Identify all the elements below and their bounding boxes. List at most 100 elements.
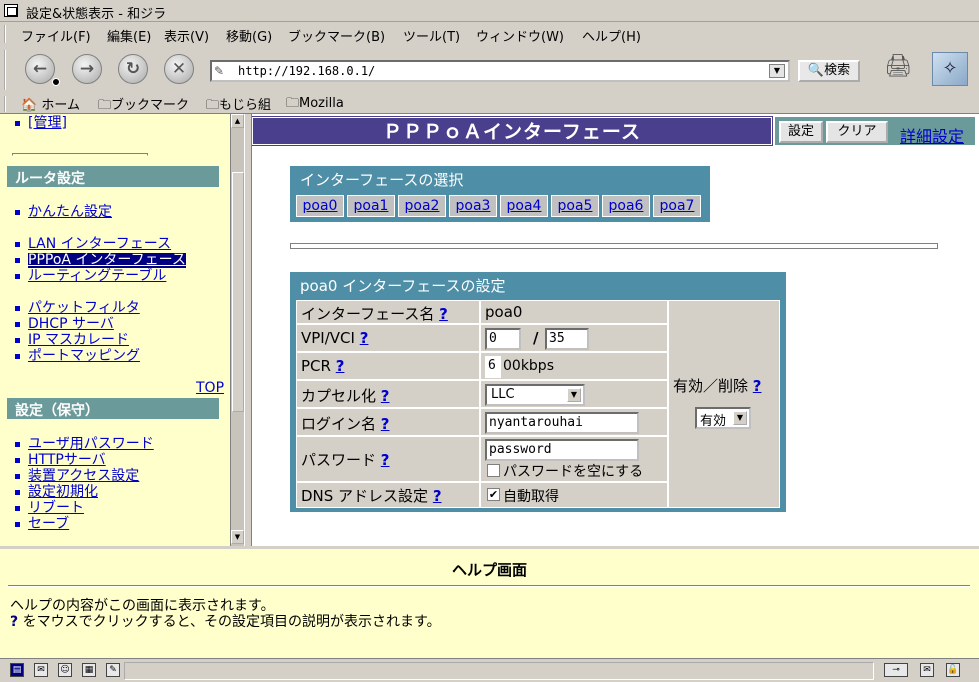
label-encapsulation: カプセル化 ? [296,380,480,408]
help-link-pcr[interactable]: ? [336,357,345,375]
menu-tools[interactable]: ツール(T) [403,26,460,45]
sidebar-scrollbar[interactable]: ▲ ▼ [230,114,244,546]
stop-icon: ✕ [171,59,187,79]
vpi-input[interactable]: 0 [485,328,521,350]
interface-tab-poa3[interactable]: poa3 [449,195,497,217]
interface-config-panel: poa0 インターフェースの設定 インターフェース名 ? VPI/VCI ? P… [290,272,786,512]
login-name-input[interactable]: nyantarouhai [485,412,639,434]
stop-button[interactable]: ✕ [164,54,194,84]
sidebar-frame: [管理] ルータ設定 かんたん設定 LAN インターフェース PPPoA インタ… [0,114,230,546]
url-history-dropdown[interactable]: ▼ [769,64,785,78]
vci-input[interactable]: 35 [545,328,589,350]
sidebar-link-save[interactable]: セーブ [14,517,69,532]
sidebar-link-easy-setup[interactable]: かんたん設定 [15,205,112,220]
page-proxy-icon[interactable]: ✎ [214,64,224,78]
bookmark-home[interactable]: 🏠 ホーム [21,94,80,113]
help-question-mark: ? [10,614,19,630]
folder-icon: 🗀 [98,98,112,113]
toolbar-grip[interactable] [4,50,10,90]
help-link-encapsulation[interactable]: ? [381,387,390,405]
interface-tab-poa0[interactable]: poa0 [296,195,344,217]
empty-password-checkbox[interactable] [487,464,500,477]
sidebar-link-packet-filter[interactable]: パケットフィルタ [15,301,140,316]
sidebar-link-port-mapping[interactable]: ポートマッピング [15,349,140,364]
help-pane: ヘルプ画面 ヘルプの内容がこの画面に表示されます。 ? をマウスでクリックすると… [0,546,979,658]
enable-select[interactable]: 有効 ▼ [695,407,751,429]
search-button[interactable]: 🔍検索 [798,60,860,82]
dropdown-arrow-icon[interactable]: ▼ [733,411,747,425]
sidebar-link-reboot[interactable]: リブート [15,501,84,516]
composer-icon[interactable]: ▦ [82,663,96,677]
sidebar-heading-maintenance: 設定（保守） [7,398,219,419]
magnifier-icon: 🔍 [807,63,825,78]
menu-window[interactable]: ウィンドウ(W) [476,26,564,45]
sidebar-link-admin[interactable]: [管理] [15,116,67,131]
menu-view[interactable]: 表示(V) [164,26,209,45]
sidebar-link-http-server[interactable]: HTTPサーバ [15,453,106,468]
sidebar-link-top[interactable]: TOP [196,380,224,396]
set-button[interactable]: 設定 [779,121,823,143]
dropdown-arrow-icon[interactable]: ▼ [567,388,581,402]
frame-divider[interactable] [244,114,252,546]
menu-edit[interactable]: 編集(E) [107,26,151,45]
scrollbar-thumb[interactable] [232,172,244,412]
sidebar-link-routing[interactable]: ルーティングテーブル [14,269,166,284]
menu-help[interactable]: ヘルプ(H) [582,26,641,45]
menu-bookmarks[interactable]: ブックマーク(B) [288,26,385,45]
sidebar-link-lan[interactable]: LAN インターフェース [14,237,171,252]
value-vpi-vci-cell: 0 / 35 [480,324,668,352]
dns-auto-checkbox[interactable]: ✔ [487,488,500,501]
help-link-dns[interactable]: ? [433,487,442,505]
navigator-icon[interactable]: ▤ [10,663,24,677]
help-link-password[interactable]: ? [381,451,390,469]
encapsulation-selected: LLC [491,387,515,402]
window-menu-icon[interactable] [4,4,18,17]
help-link-login-name[interactable]: ? [381,415,390,433]
sidebar-link-device-access[interactable]: 装置アクセス設定 [14,469,139,484]
interface-tab-poa4[interactable]: poa4 [500,195,548,217]
address-book-icon[interactable]: ✎ [106,663,120,677]
interface-tab-poa6[interactable]: poa6 [602,195,650,217]
password-input[interactable]: password [485,439,639,461]
menu-file[interactable]: ファイル(F) [21,26,91,45]
sidebar-link-ip-masquerade[interactable]: IP マスカレード [14,333,129,348]
interface-tab-poa5[interactable]: poa5 [551,195,599,217]
clear-button[interactable]: クリア [826,121,888,143]
reload-button[interactable]: ↻ [118,54,148,84]
sidebar-link-pppoa[interactable]: PPPoA インターフェース [15,253,186,268]
sidebar-link-dhcp[interactable]: DHCP サーバ [15,317,114,332]
menu-grip[interactable] [4,25,10,43]
pcr-input[interactable]: 6 [485,356,501,378]
header-toolbar: 設定 クリア 詳細設定 [775,117,975,147]
throbber-logo-icon[interactable]: ✧ [932,52,968,86]
bookmark-folder-mozilla[interactable]: 🗀Mozilla [286,94,344,116]
url-input[interactable]: http://192.168.0.1/ [210,60,790,82]
online-status-icon[interactable]: ⊸ [884,663,908,677]
print-icon[interactable]: 🖨 [884,54,918,84]
scroll-up-arrow-icon[interactable]: ▲ [231,114,244,128]
menu-go[interactable]: 移動(G) [226,26,272,45]
cookie-icon[interactable]: ✉ [920,663,934,677]
sidebar-link-user-password[interactable]: ユーザ用パスワード [15,437,154,452]
back-button[interactable]: ← [25,54,55,84]
interface-tab-poa2[interactable]: poa2 [398,195,446,217]
encapsulation-select[interactable]: LLC ▼ [485,384,585,406]
enable-cell: 有効／削除 ? 有効 ▼ [668,300,780,508]
detail-settings-link[interactable]: 詳細設定 [900,123,964,147]
help-link-interface-name[interactable]: ? [439,305,448,323]
bookmark-home-label: ホーム [41,98,80,113]
interface-tab-poa1[interactable]: poa1 [347,195,395,217]
help-link-enable[interactable]: ? [753,377,762,395]
back-history-dropdown-icon[interactable] [52,78,60,86]
label-password: パスワード ? [296,436,480,482]
chat-icon[interactable]: ☺ [58,663,72,677]
mail-icon[interactable]: ✉ [34,663,48,677]
scroll-down-arrow-icon[interactable]: ▼ [231,530,244,544]
vpi-vci-separator: / [533,329,539,347]
bookmarks-grip[interactable] [4,96,10,112]
sidebar-link-factory-reset[interactable]: 設定初期化 [15,485,98,500]
forward-button[interactable]: → [72,54,102,84]
interface-tab-poa7[interactable]: poa7 [653,195,701,217]
help-link-vpi-vci[interactable]: ? [360,329,369,347]
pcr-unit: 00kbps [503,358,554,374]
